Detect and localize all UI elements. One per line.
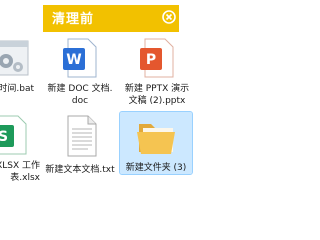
file-item-folder[interactable]: 新建文件夹 (3): [119, 111, 193, 175]
text-file-icon: [67, 115, 97, 157]
word-letter: W: [66, 52, 81, 68]
word-doc-icon: W: [63, 38, 97, 78]
file-name: 新建 DOC 文档. doc: [47, 84, 113, 106]
close-icon[interactable]: [162, 10, 176, 24]
excel-icon: S: [0, 115, 27, 155]
file-item-xlsx[interactable]: S X XLSX 工作 表.xlsx: [0, 114, 40, 190]
header-banner: 清理前: [43, 5, 179, 32]
powerpoint-icon: P: [140, 38, 174, 78]
file-item-doc[interactable]: W 新建 DOC 文档. doc: [45, 37, 115, 113]
file-name: 新建文本文档.txt: [45, 165, 115, 175]
file-item-bat[interactable]: 时间.bat: [0, 37, 40, 113]
file-name: 时间.bat: [0, 84, 34, 94]
file-name: X XLSX 工作 表.xlsx: [0, 161, 40, 183]
file-item-txt[interactable]: 新建文本文档.txt: [45, 114, 115, 190]
file-name: 新建文件夹 (3): [125, 163, 187, 173]
explorer-file-grid: 清理前 时间.bat W 新建 DOC 文档. doc P 新建 PPTX 演示…: [0, 0, 200, 200]
bat-gear-icon: [0, 40, 29, 76]
powerpoint-letter: P: [146, 52, 156, 68]
folder-icon: [137, 124, 175, 154]
page-title: 清理前: [52, 12, 95, 27]
file-item-pptx[interactable]: P 新建 PPTX 演示 文稿 (2).pptx: [122, 37, 192, 113]
file-name: 新建 PPTX 演示 文稿 (2).pptx: [124, 84, 190, 106]
excel-letter: S: [0, 129, 8, 145]
